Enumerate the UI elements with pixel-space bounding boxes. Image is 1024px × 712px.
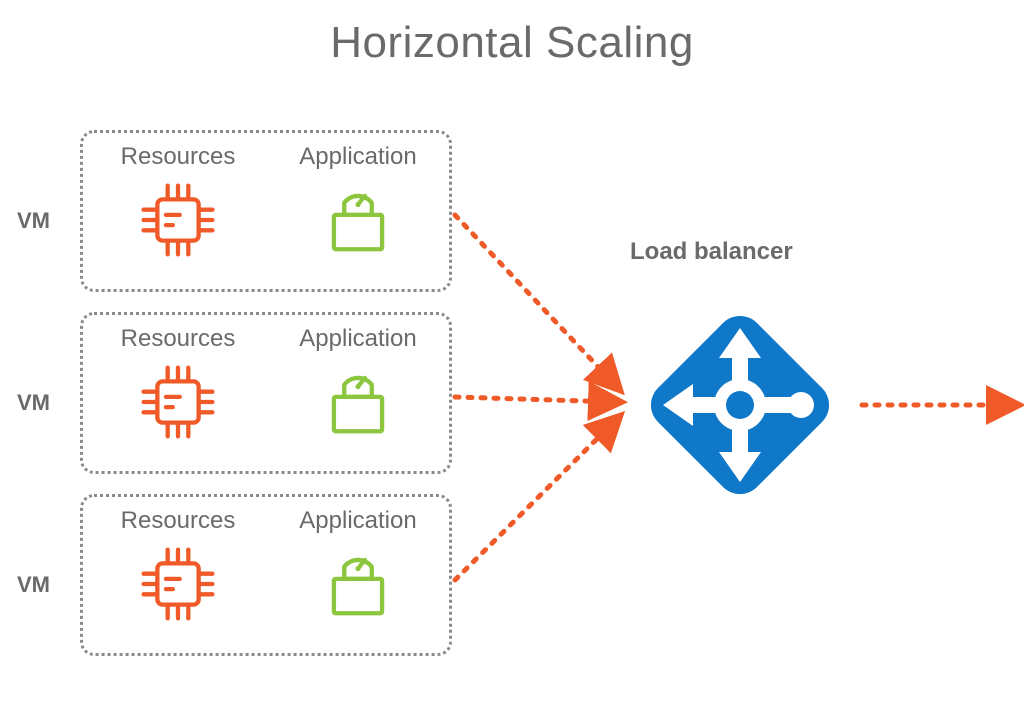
diagram-title: Horizontal Scaling bbox=[0, 18, 1024, 68]
vm-row: VM Resources bbox=[80, 494, 480, 676]
cpu-chip-icon bbox=[93, 541, 263, 627]
resources-column: Resources bbox=[93, 507, 263, 627]
vm-box: Resources bbox=[80, 130, 452, 292]
resources-column: Resources bbox=[93, 143, 263, 263]
package-gauge-icon bbox=[273, 177, 443, 263]
resources-label: Resources bbox=[93, 507, 263, 535]
application-column: Application bbox=[273, 325, 443, 445]
application-column: Application bbox=[273, 507, 443, 627]
load-balancer-label: Load balancer bbox=[630, 238, 793, 266]
resources-label: Resources bbox=[93, 325, 263, 353]
application-label: Application bbox=[273, 507, 443, 535]
package-gauge-icon bbox=[273, 359, 443, 445]
vm-box: Resources bbox=[80, 312, 452, 474]
application-label: Application bbox=[273, 325, 443, 353]
vm-label: VM bbox=[17, 572, 50, 598]
vm-row: VM Resources bbox=[80, 130, 480, 312]
application-column: Application bbox=[273, 143, 443, 263]
resources-column: Resources bbox=[93, 325, 263, 445]
vm-stack: VM Resources bbox=[80, 130, 480, 676]
vm-row: VM Resources bbox=[80, 312, 480, 494]
cpu-chip-icon bbox=[93, 177, 263, 263]
load-balancer-icon bbox=[615, 280, 865, 530]
vm-box: Resources bbox=[80, 494, 452, 656]
package-gauge-icon bbox=[273, 541, 443, 627]
cpu-chip-icon bbox=[93, 359, 263, 445]
application-label: Application bbox=[273, 143, 443, 171]
vm-label: VM bbox=[17, 390, 50, 416]
resources-label: Resources bbox=[93, 143, 263, 171]
vm-label: VM bbox=[17, 208, 50, 234]
